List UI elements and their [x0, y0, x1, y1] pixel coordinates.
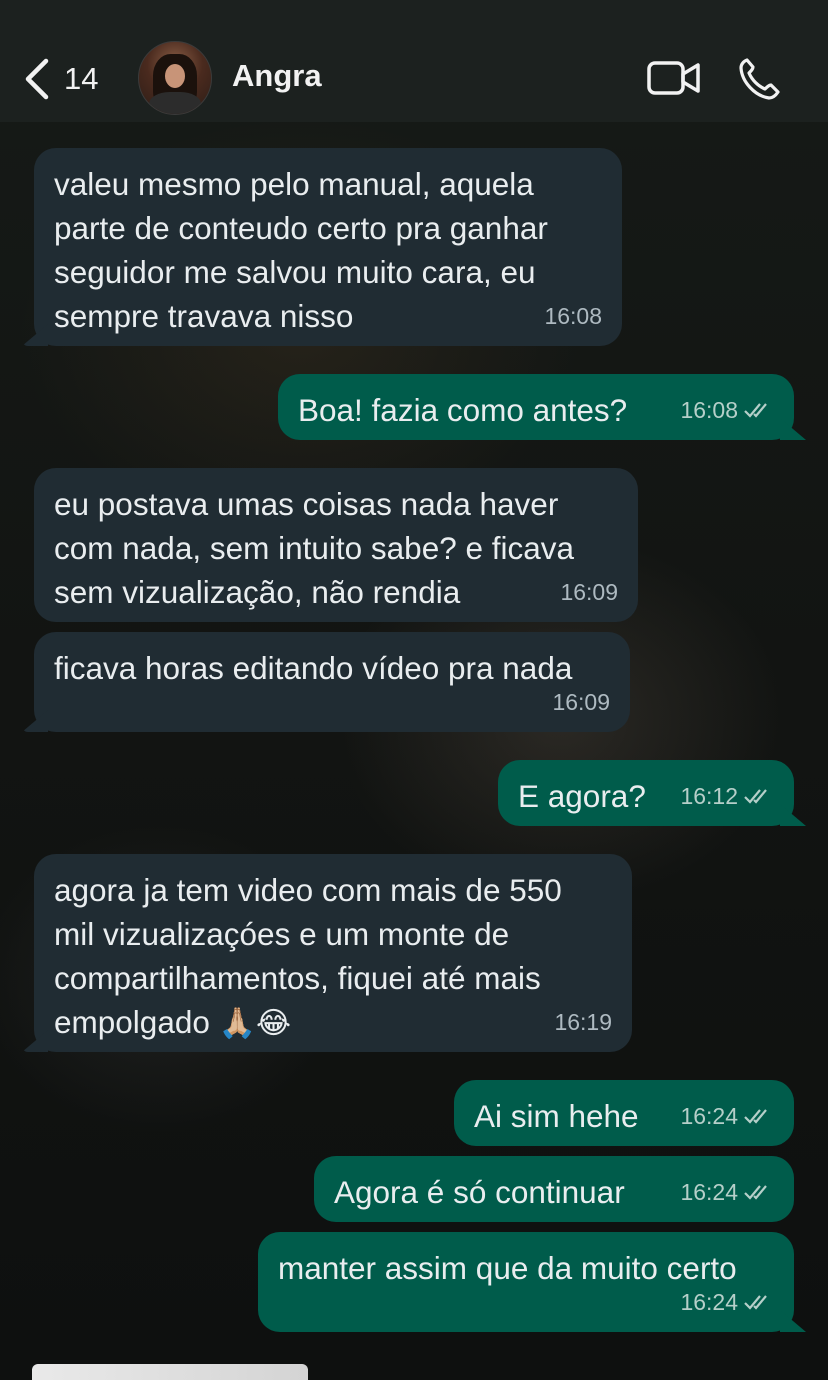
message-time: 16:08 [544, 303, 602, 329]
chevron-left-icon [25, 58, 49, 100]
message-text: eu postava umas coisas nada haver com na… [54, 486, 575, 610]
double-check-icon [744, 1109, 767, 1124]
unread-count: 14 [64, 61, 99, 96]
chat-header: 14 Angra [0, 0, 828, 122]
video-camera-icon[interactable] [646, 54, 702, 102]
phone-icon[interactable] [738, 54, 782, 102]
message-text: ficava horas editando vídeo pra nada [54, 650, 573, 686]
message-time: 16:24 [680, 1094, 774, 1138]
message-text: agora ja tem video com mais de 550 mil v… [54, 872, 562, 1041]
double-check-icon [744, 403, 767, 418]
message-bubble-incoming[interactable]: ficava horas editando vídeo pra nada 16:… [34, 632, 630, 732]
message-bubble-incoming[interactable]: agora ja tem video com mais de 550 mil v… [34, 854, 632, 1052]
message-bubble-incoming[interactable]: eu postava umas coisas nada haver com na… [34, 468, 638, 622]
message-bubble-incoming[interactable]: valeu mesmo pelo manual, aquela parte de… [34, 148, 622, 346]
message-text: valeu mesmo pelo manual, aquela parte de… [54, 166, 548, 334]
message-bubble-outgoing[interactable]: E agora? 16:12 [498, 760, 794, 826]
avatar[interactable] [138, 41, 212, 115]
double-check-icon [744, 1185, 767, 1200]
image-message-preview[interactable] [32, 1364, 308, 1380]
message-time: 16:12 [680, 774, 774, 818]
message-time: 16:08 [680, 388, 774, 432]
message-time: 16:09 [552, 689, 610, 715]
emoji: 🙏🏼😂 [218, 1006, 292, 1041]
message-bubble-outgoing[interactable]: Agora é só continuar 16:24 [314, 1156, 794, 1222]
message-time: 16:09 [560, 579, 618, 605]
message-bubble-outgoing[interactable]: Boa! fazia como antes? 16:08 [278, 374, 794, 440]
double-check-icon [744, 789, 767, 804]
message-time: 16:19 [554, 1009, 612, 1035]
message-time: 16:24 [680, 1170, 774, 1214]
back-button[interactable]: 14 [22, 52, 112, 106]
message-time: 16:24 [680, 1280, 774, 1324]
double-check-icon [744, 1295, 767, 1310]
contact-name[interactable]: Angra [232, 58, 322, 94]
message-bubble-outgoing[interactable]: Ai sim hehe 16:24 [454, 1080, 794, 1146]
message-bubble-outgoing[interactable]: manter assim que da muito certo 16:24 [258, 1232, 794, 1332]
